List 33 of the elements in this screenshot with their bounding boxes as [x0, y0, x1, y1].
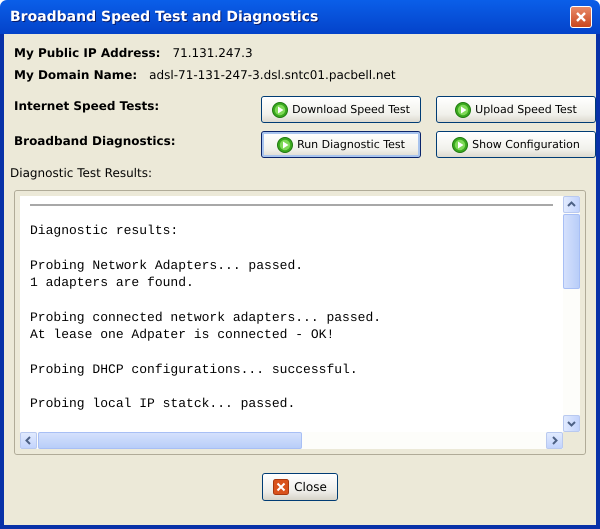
scroll-thumb[interactable] — [563, 214, 580, 289]
result-line: Probing Network Adapters... passed. — [30, 256, 304, 274]
result-line: Diagnostic results: — [30, 222, 180, 240]
close-button[interactable]: Close — [262, 473, 338, 501]
section-label: Internet Speed Tests: — [13, 98, 160, 113]
close-icon — [575, 11, 587, 23]
result-line: Probing local IP statck... passed. — [30, 395, 296, 412]
action-button[interactable]: Run Diagnostic Test — [261, 131, 421, 158]
field-label: My Domain Name: — [14, 68, 138, 82]
scroll-right-button[interactable] — [546, 432, 563, 449]
result-line: Probing connected network adapters... passed. — [30, 308, 382, 326]
scroll-down-button[interactable] — [563, 415, 580, 432]
play-icon — [455, 102, 472, 118]
close-window-button[interactable] — [570, 6, 592, 28]
field-value: 71.131.247.3 — [172, 46, 253, 60]
play-icon — [277, 136, 294, 152]
action-button[interactable]: Upload Speed Test — [436, 96, 596, 123]
field-label: My Public IP Address: — [14, 46, 160, 60]
section-label: Broadband Diagnostics: — [13, 133, 177, 148]
result-line: Probing DHCP configurations... successful. — [30, 360, 359, 378]
result-line: 1 adapters are found. — [30, 274, 195, 292]
field-value: adsl-71-131-247-3.dsl.sntc01.pacbell.net — [149, 68, 396, 82]
scroll-thumb[interactable] — [38, 432, 302, 449]
play-icon — [452, 136, 468, 152]
results-label: Diagnostic Test Results: — [10, 166, 152, 180]
play-icon — [272, 102, 288, 118]
window-title: Broadband Speed Test and Diagnostics — [10, 9, 318, 25]
action-button[interactable]: Download Speed Test — [261, 96, 421, 123]
scroll-left-button[interactable] — [20, 432, 37, 449]
result-line: At lease one Adpater is connected - OK! — [30, 326, 336, 344]
scroll-up-button[interactable] — [563, 196, 580, 213]
action-button[interactable]: Show Configuration — [436, 131, 596, 158]
close-icon — [273, 479, 290, 495]
